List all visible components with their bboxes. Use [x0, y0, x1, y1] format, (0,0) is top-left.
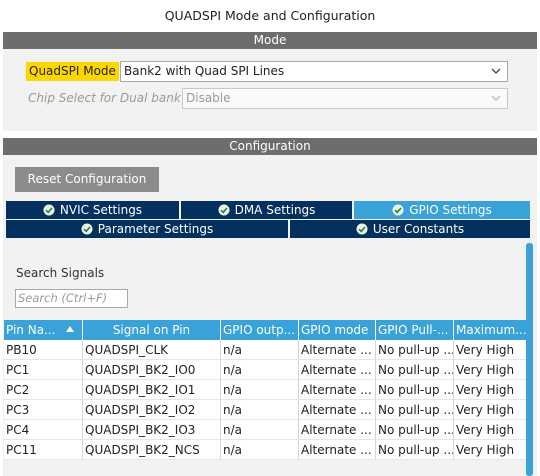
table-cell[interactable]: n/a	[221, 400, 299, 420]
chip-select-select[interactable]: Disable	[182, 88, 508, 109]
pin-name-cell[interactable]: PB10	[4, 340, 83, 360]
table-cell[interactable]: n/a	[221, 340, 299, 360]
table-cell[interactable]: Very High	[454, 420, 529, 440]
check-circle-icon	[392, 204, 404, 216]
chevron-down-icon	[491, 68, 501, 74]
quadspi-mode-select[interactable]: Bank2 with Quad SPI Lines	[120, 61, 508, 82]
tab-nvic-settings[interactable]: NVIC Settings	[6, 201, 181, 219]
chip-select-value: Disable	[186, 91, 231, 105]
column-header[interactable]: GPIO mode	[299, 320, 376, 340]
table-cell[interactable]: n/a	[221, 360, 299, 380]
table-cell[interactable]: Very High	[454, 380, 529, 400]
pin-name-cell[interactable]: PC4	[4, 420, 83, 440]
table-cell[interactable]: QUADSPI_BK2_NCS	[83, 440, 221, 460]
table-cell[interactable]: Alternate ...	[299, 340, 376, 360]
column-header[interactable]: Signal on Pin	[83, 320, 221, 340]
table-cell[interactable]: n/a	[221, 420, 299, 440]
quadspi-mode-value: Bank2 with Quad SPI Lines	[124, 64, 285, 78]
table-cell[interactable]: Alternate ...	[299, 440, 376, 460]
tab-parameter-settings[interactable]: Parameter Settings	[6, 220, 290, 238]
tab-label: User Constants	[372, 222, 465, 236]
check-circle-icon	[218, 204, 230, 216]
column-header[interactable]: GPIO outp...	[221, 320, 299, 340]
reset-configuration-button[interactable]: Reset Configuration	[15, 167, 159, 192]
table-cell[interactable]: No pull-up ...	[376, 420, 454, 440]
table-cell[interactable]: Very High	[454, 340, 529, 360]
pin-name-cell[interactable]: PC11	[4, 440, 83, 460]
check-circle-icon	[81, 223, 93, 235]
scrollbar-thumb[interactable]	[526, 243, 533, 476]
tab-gpio-settings[interactable]: GPIO Settings	[354, 201, 530, 219]
table-cell[interactable]: Very High	[454, 400, 529, 420]
tab-user-constants[interactable]: User Constants	[290, 220, 530, 238]
column-header[interactable]: Maximum...	[454, 320, 529, 340]
table-cell[interactable]: Alternate ...	[299, 360, 376, 380]
table-cell[interactable]: QUADSPI_BK2_IO0	[83, 360, 221, 380]
tab-label: NVIC Settings	[59, 203, 143, 217]
table-cell[interactable]: No pull-up ...	[376, 340, 454, 360]
tab-label: DMA Settings	[234, 203, 316, 217]
table-cell[interactable]: Very High	[454, 360, 529, 380]
pin-name-cell[interactable]: PC3	[4, 400, 83, 420]
search-input[interactable]: Search (Ctrl+F)	[15, 289, 128, 308]
table-cell[interactable]: Very High	[454, 440, 529, 460]
column-header[interactable]: GPIO Pull-...	[376, 320, 454, 340]
sort-ascending-icon	[66, 326, 74, 332]
table-cell[interactable]: n/a	[221, 380, 299, 400]
table-cell[interactable]: Alternate ...	[299, 420, 376, 440]
chip-select-label: Chip Select for Dual bank	[28, 91, 181, 105]
table-cell[interactable]: No pull-up ...	[376, 440, 454, 460]
search-signals-label: Search Signals	[16, 266, 105, 280]
tab-dma-settings[interactable]: DMA Settings	[181, 201, 354, 219]
pin-name-cell[interactable]: PC2	[4, 380, 83, 400]
table-cell[interactable]: Alternate ...	[299, 380, 376, 400]
table-cell[interactable]: n/a	[221, 440, 299, 460]
check-circle-icon	[43, 204, 55, 216]
table-cell[interactable]: QUADSPI_BK2_IO1	[83, 380, 221, 400]
tab-label: GPIO Settings	[409, 203, 492, 217]
quadspi-mode-label: QuadSPI Mode	[26, 62, 119, 81]
table-cell[interactable]: Alternate ...	[299, 400, 376, 420]
table-cell[interactable]: QUADSPI_BK2_IO2	[83, 400, 221, 420]
chevron-down-icon	[491, 95, 501, 101]
window-title: QUADSPI Mode and Configuration	[164, 8, 376, 23]
table-cell[interactable]: No pull-up ...	[376, 380, 454, 400]
check-circle-icon	[356, 223, 368, 235]
table-cell[interactable]: QUADSPI_CLK	[83, 340, 221, 360]
table-cell[interactable]: No pull-up ...	[376, 400, 454, 420]
tab-label: Parameter Settings	[97, 222, 214, 236]
configuration-section-header: Configuration	[3, 138, 537, 155]
table-cell[interactable]: QUADSPI_BK2_IO3	[83, 420, 221, 440]
mode-section-header: Mode	[3, 32, 537, 49]
pin-name-cell[interactable]: PC1	[4, 360, 83, 380]
table-cell[interactable]: No pull-up ...	[376, 360, 454, 380]
